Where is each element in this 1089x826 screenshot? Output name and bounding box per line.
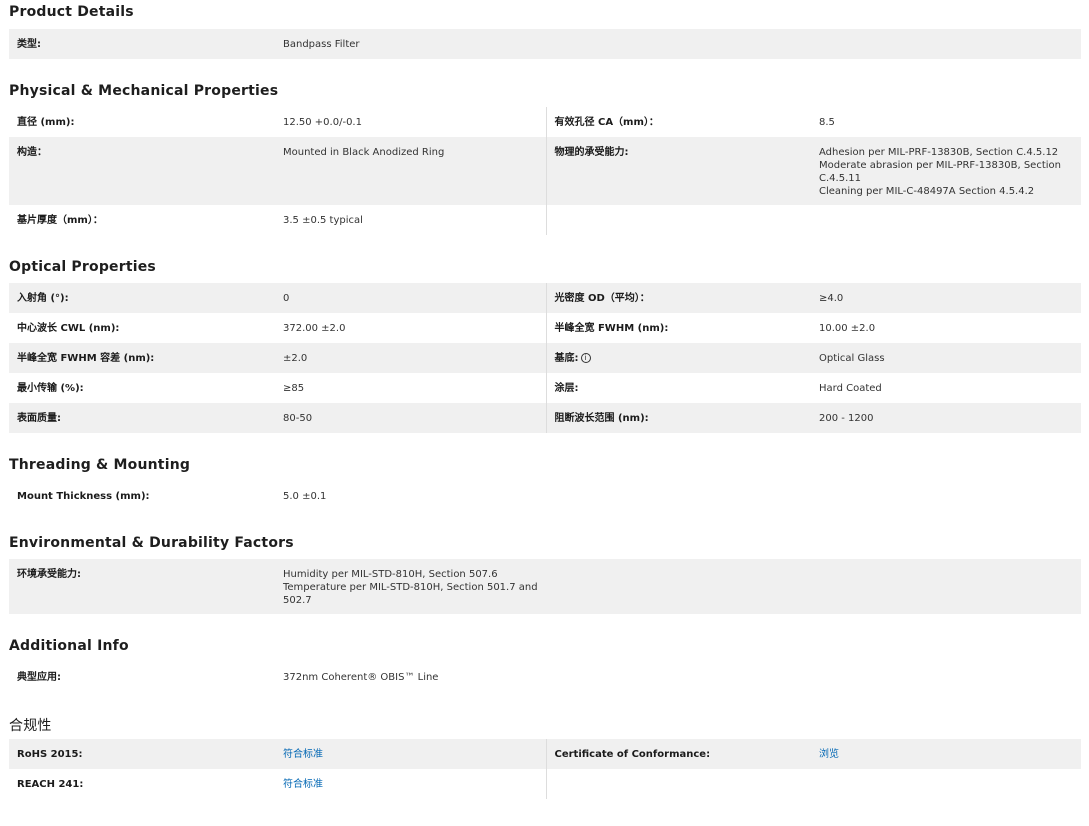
table-row: 表面质量: 80-50 阻断波长范围 (nm): 200 - 1200 <box>9 403 1081 433</box>
optical-value: ≥4.0 <box>811 283 1081 313</box>
certificate-view-link[interactable]: 浏览 <box>819 749 839 760</box>
environmental-table: 环境承受能力: Humidity per MIL-STD-810H, Secti… <box>9 559 1081 614</box>
clear-aperture-label: 有效孔径 CA（mm）： <box>545 107 811 137</box>
table-row: RoHS 2015: 符合标准 Certificate of Conforman… <box>9 739 1081 769</box>
mount-thickness-label: Mount Thickness (mm): <box>17 490 150 502</box>
table-row: 最小传输 (%): ≥85 涂层: Hard Coated <box>9 373 1081 403</box>
optical-label: 光密度 OD（平均）： <box>545 283 811 313</box>
durability-value: Adhesion per MIL-PRF-13830B, Section C.4… <box>811 137 1081 205</box>
optical-value: 200 - 1200 <box>811 403 1081 433</box>
optical-value: Optical Glass <box>811 343 1081 373</box>
optical-value: ≥85 <box>283 382 305 394</box>
thickness-value: 3.5 ±0.5 typical <box>283 214 363 226</box>
reach-compliant-link[interactable]: 符合标准 <box>283 779 323 790</box>
clear-aperture-value: 8.5 <box>819 116 835 128</box>
reach-value: 符合标准 <box>275 769 546 799</box>
table-row: 类型: Bandpass Filter <box>9 29 1081 59</box>
physical-table: 直径 (mm): 12.50 +0.0/-0.1 有效孔径 CA（mm）： 8.… <box>9 107 1081 235</box>
optical-table: 入射角 (°): 0 光密度 OD（平均）： ≥4.0 中心波长 CWL (nm… <box>9 283 1081 433</box>
section-title-threading: Threading & Mounting <box>9 457 191 473</box>
durability-label: 物理的承受能力: <box>545 137 811 205</box>
construction-label: 构造： <box>9 137 275 205</box>
diameter-value: 12.50 +0.0/-0.1 <box>283 116 362 128</box>
optical-value: Hard Coated <box>819 382 882 394</box>
application-label: 典型应用: <box>17 671 61 683</box>
section-title-physical: Physical & Mechanical Properties <box>9 83 279 99</box>
durability-line: Cleaning per MIL-C-48497A Section 4.5.4.… <box>819 186 1035 197</box>
durability-line: Moderate abrasion per MIL-PRF-13830B, Se… <box>819 160 1061 184</box>
rohs-value: 符合标准 <box>275 739 546 769</box>
optical-label: 涂层: <box>545 373 811 403</box>
section-title-product-details: Product Details <box>9 4 134 20</box>
threading-table: Mount Thickness (mm): 5.0 ±0.1 <box>9 481 1081 511</box>
optical-label: 中心波长 CWL (nm): <box>17 322 120 334</box>
optical-label: 半峰全宽 FWHM 容差 (nm): <box>9 343 275 373</box>
empty-cell <box>545 205 811 235</box>
certificate-value: 浏览 <box>811 739 1081 769</box>
product-details-table: 类型: Bandpass Filter <box>9 29 1081 59</box>
type-value: Bandpass Filter <box>275 29 1081 59</box>
optical-value: 80-50 <box>275 403 546 433</box>
mount-thickness-value: 5.0 ±0.1 <box>283 490 327 502</box>
rohs-label: RoHS 2015: <box>9 739 275 769</box>
table-row: 环境承受能力: Humidity per MIL-STD-810H, Secti… <box>9 559 1081 614</box>
additional-table: 典型应用: 372nm Coherent® OBIS™ Line <box>9 662 1081 692</box>
info-icon[interactable]: i <box>580 352 591 363</box>
optical-label: 阻断波长范围 (nm): <box>545 403 811 433</box>
compliance-table: RoHS 2015: 符合标准 Certificate of Conforman… <box>9 739 1081 799</box>
construction-value: Mounted in Black Anodized Ring <box>275 137 546 205</box>
thickness-label: 基片厚度（mm）： <box>17 214 103 226</box>
table-row: 中心波长 CWL (nm): 372.00 ±2.0 半峰全宽 FWHM (nm… <box>9 313 1081 343</box>
section-title-additional: Additional Info <box>9 638 129 654</box>
reach-label: REACH 241: <box>17 778 84 790</box>
certificate-label: Certificate of Conformance: <box>545 739 811 769</box>
environment-label: 环境承受能力: <box>9 559 275 614</box>
empty-cell <box>545 769 811 799</box>
optical-value: 0 <box>275 283 546 313</box>
durability-line: Adhesion per MIL-PRF-13830B, Section C.4… <box>819 147 1059 158</box>
table-row: 入射角 (°): 0 光密度 OD（平均）： ≥4.0 <box>9 283 1081 313</box>
section-title-environmental: Environmental & Durability Factors <box>9 535 294 551</box>
optical-label: 表面质量: <box>9 403 275 433</box>
rohs-compliant-link[interactable]: 符合标准 <box>283 749 323 760</box>
diameter-label: 直径 (mm): <box>17 116 75 128</box>
environment-line: Temperature per MIL-STD-810H, Section 50… <box>283 582 538 606</box>
section-title-optical: Optical Properties <box>9 259 156 275</box>
table-row: 构造： Mounted in Black Anodized Ring 物理的承受… <box>9 137 1081 205</box>
optical-label: 入射角 (°): <box>9 283 275 313</box>
table-row: 直径 (mm): 12.50 +0.0/-0.1 有效孔径 CA（mm）： 8.… <box>9 107 1081 137</box>
empty-cell <box>546 559 811 614</box>
empty-cell <box>811 769 1081 799</box>
application-value: 372nm Coherent® OBIS™ Line <box>283 671 439 683</box>
empty-cell <box>811 205 1081 235</box>
optical-value: ±2.0 <box>275 343 546 373</box>
table-row: 半峰全宽 FWHM 容差 (nm): ±2.0 基底: i Optical Gla… <box>9 343 1081 373</box>
table-row: REACH 241: 符合标准 <box>9 769 1081 799</box>
environment-line: Humidity per MIL-STD-810H, Section 507.6 <box>283 569 498 580</box>
environment-value: Humidity per MIL-STD-810H, Section 507.6… <box>275 559 546 614</box>
optical-value: 10.00 ±2.0 <box>819 322 876 334</box>
substrate-label-text: 基底: <box>554 352 579 364</box>
optical-label: 半峰全宽 FWHM (nm): <box>545 313 811 343</box>
table-row: 典型应用: 372nm Coherent® OBIS™ Line <box>9 662 1081 692</box>
table-row: 基片厚度（mm）： 3.5 ±0.5 typical <box>9 205 1081 235</box>
substrate-label: 基底: i <box>545 343 811 373</box>
optical-value: 372.00 ±2.0 <box>283 322 346 334</box>
empty-cell <box>811 559 1081 614</box>
section-title-compliance: 合规性 <box>9 718 52 734</box>
optical-label: 最小传输 (%): <box>17 382 84 394</box>
type-label: 类型: <box>9 29 275 59</box>
table-row: Mount Thickness (mm): 5.0 ±0.1 <box>9 481 1081 511</box>
